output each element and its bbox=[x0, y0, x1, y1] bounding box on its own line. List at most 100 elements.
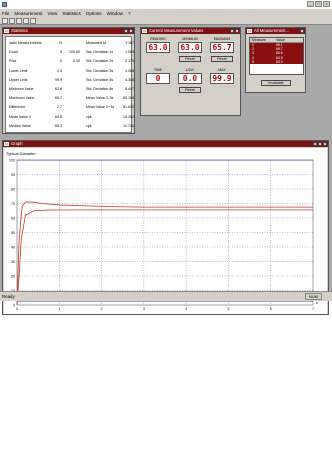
x-tick-label: 5 bbox=[227, 307, 229, 311]
statistics-cell-v1: 2.5 bbox=[57, 68, 62, 73]
graph-title-bar[interactable]: Graph bbox=[3, 141, 328, 147]
statistics-cell-label2: Mean Value X-3s bbox=[86, 96, 114, 101]
x-tick-label: 0 bbox=[16, 307, 18, 311]
save-icon[interactable] bbox=[16, 17, 22, 24]
window-minimize-icon[interactable] bbox=[124, 29, 128, 33]
statistics-row: Minimum Value 62.6 Std. Deviation 6s 6.447 bbox=[6, 86, 134, 92]
all-measurements-title-bar[interactable]: All Measurement... bbox=[246, 28, 305, 34]
max-display: 99.9 bbox=[210, 73, 234, 84]
minimum-label: MINIMUM bbox=[182, 37, 198, 41]
close-button[interactable]: × bbox=[323, 1, 330, 7]
menu-view[interactable]: View bbox=[48, 11, 58, 16]
graph-window: Graph Typical Diameter010203040506070809… bbox=[2, 140, 329, 315]
time-label: TIME bbox=[153, 68, 163, 72]
reset-maximum-button[interactable]: Reset bbox=[211, 56, 233, 62]
statistics-cell-label: Difference bbox=[9, 105, 26, 110]
status-bar: Ready NUM bbox=[0, 291, 332, 301]
window-icon bbox=[4, 142, 9, 146]
print-icon[interactable] bbox=[23, 17, 29, 24]
x-tick-label: 4 bbox=[185, 307, 187, 311]
y-tick-label: 50 bbox=[11, 231, 15, 235]
current-values-title-bar[interactable]: Current Measurement Values bbox=[141, 28, 240, 34]
statistics-cell-v3: 1.089 bbox=[125, 50, 134, 55]
window-icon bbox=[142, 29, 147, 33]
window-maximize-icon[interactable] bbox=[318, 142, 322, 146]
statistics-cell-label2: Std. Deviation 3s bbox=[86, 68, 114, 73]
statistics-cell-v1: 99.9 bbox=[55, 77, 62, 82]
window-minimize-icon[interactable] bbox=[313, 142, 317, 146]
window-close-icon[interactable] bbox=[300, 29, 304, 33]
statistics-cell-v1: 62.6 bbox=[55, 87, 62, 91]
menu-statistics[interactable]: Statistics bbox=[62, 11, 80, 16]
statistics-cell-label: Upper Limit bbox=[9, 77, 28, 82]
statistics-cell-v1: N bbox=[59, 41, 62, 45]
minimize-button[interactable]: _ bbox=[307, 1, 314, 7]
new-icon[interactable] bbox=[2, 17, 8, 24]
statistics-row: Lower Limit 2.5 Std. Deviation 3s 3.268 bbox=[6, 68, 134, 74]
statistics-cell-label: Lower Limit bbox=[9, 68, 28, 73]
statistics-row: Median Value 65.3 cpk 10.706 bbox=[6, 123, 134, 129]
reading-label: READING bbox=[150, 37, 166, 41]
x-tick-label: 1 bbox=[58, 307, 60, 311]
help-icon[interactable] bbox=[30, 17, 36, 24]
y-tick-label: 40 bbox=[11, 245, 15, 249]
reset-minimum-button[interactable]: Reset bbox=[179, 56, 201, 62]
reset-ldiv-button[interactable]: Reset bbox=[179, 87, 201, 93]
measurement-row[interactable]: 5 63.0 bbox=[250, 59, 303, 64]
invalidate-button[interactable]: Invalidate bbox=[261, 80, 291, 86]
measure-column-header[interactable]: Measure bbox=[250, 38, 272, 42]
window-close-icon[interactable] bbox=[129, 29, 133, 33]
x-tick-label: 7 bbox=[312, 307, 314, 311]
reading-display: 63.0 bbox=[146, 42, 170, 53]
maximum-label: MAXIMUM bbox=[213, 37, 231, 41]
menu-help[interactable]: ? bbox=[128, 11, 131, 16]
application-window: _ □ × File Measurement View Statistics O… bbox=[0, 0, 332, 315]
maximize-button[interactable]: □ bbox=[315, 1, 322, 7]
measurements-grid[interactable]: Measure Value 1 65.1 2 65.7 3 65.6 4 64.5 5 63.0 bbox=[249, 37, 304, 75]
statistics-cell-label: Mean Value X bbox=[9, 114, 32, 119]
y-tick-label: 70 bbox=[11, 202, 15, 206]
y-tick-label: 90 bbox=[11, 173, 15, 177]
statistics-row: Good 5 100.00 Std. Deviation 1s 1.089 bbox=[6, 49, 134, 55]
toolbar bbox=[0, 17, 332, 25]
current-values-title: Current Measurement Values bbox=[149, 28, 204, 33]
y-tick-label: 20 bbox=[11, 274, 15, 278]
y-tick-label: 100 bbox=[9, 158, 15, 162]
statistics-cell-label2: Std. Deviation 6s bbox=[86, 87, 114, 91]
statistics-cell-v1: 0 bbox=[60, 59, 62, 64]
statistics-row: Mean Value X 64.8 cpk 15.282 bbox=[6, 114, 134, 120]
window-close-icon[interactable] bbox=[235, 29, 239, 33]
statistics-cell-label: Good bbox=[9, 50, 18, 55]
statistics-cell-label2: Std. Deviation 4s bbox=[86, 77, 114, 82]
window-close-icon[interactable] bbox=[323, 142, 327, 146]
statistics-cell-label: Poor bbox=[9, 59, 17, 64]
menu-window[interactable]: Window bbox=[107, 11, 123, 16]
diameter-chart[interactable]: Typical Diameter010203040506070809010001… bbox=[4, 148, 327, 314]
statistics-cell-v1: 64.8 bbox=[55, 114, 62, 119]
statistics-cell-v2: 100.00 bbox=[69, 50, 80, 55]
x-axis-label: s bbox=[316, 301, 318, 305]
menu-measurement[interactable]: Measurement bbox=[14, 11, 42, 16]
x-tick-label: 3 bbox=[143, 307, 145, 311]
minimum-display: 63.0 bbox=[178, 42, 202, 53]
all-measurements-title: All Measurement... bbox=[254, 28, 289, 33]
statistics-cell-v3: 61.632 bbox=[123, 105, 134, 110]
statistics-title-bar[interactable]: Statistics bbox=[3, 28, 134, 34]
statistics-cell-label: Minimum Value bbox=[9, 87, 34, 91]
statistics-row: Maximum Value 65.7 Mean Value X-3s 60.169 bbox=[6, 95, 134, 101]
statistics-cell-v3: 15.282 bbox=[123, 114, 134, 119]
window-minimize-icon[interactable] bbox=[230, 29, 234, 33]
statistics-cell-v3: 1'167 bbox=[125, 41, 134, 45]
num-lock-indicator: NUM bbox=[304, 293, 322, 300]
menu-options[interactable]: Options bbox=[86, 11, 102, 16]
statistics-row: Upper Limit 99.9 Std. Deviation 4s 4.358 bbox=[6, 77, 134, 83]
statistics-cell-label: Median Value bbox=[9, 123, 31, 128]
menu-file[interactable]: File bbox=[2, 11, 9, 16]
max-label: MAX bbox=[218, 68, 226, 72]
value-column-header[interactable]: Value bbox=[272, 38, 285, 42]
statistics-cell-v1: 65.3 bbox=[55, 123, 62, 128]
y-tick-label: 0 bbox=[13, 303, 15, 307]
open-icon[interactable] bbox=[9, 17, 15, 24]
statistics-cell-v3: 60.169 bbox=[123, 96, 134, 101]
window-icon bbox=[247, 29, 252, 33]
